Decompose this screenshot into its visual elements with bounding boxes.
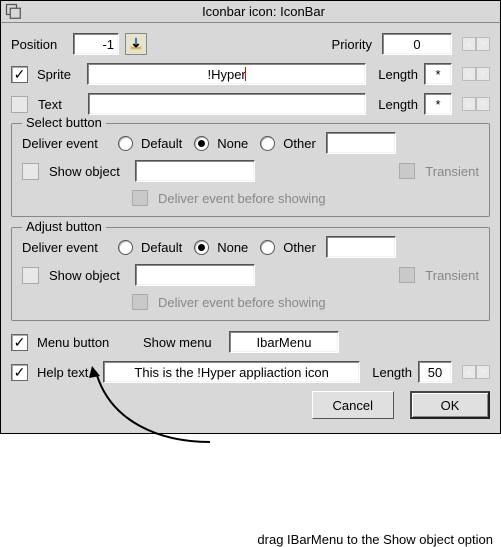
help-length-down-icon[interactable] xyxy=(476,365,490,379)
text-input[interactable] xyxy=(88,93,366,115)
text-length-spinner[interactable] xyxy=(462,97,490,111)
select-deliver-label: Deliver event xyxy=(22,136,106,151)
text-label: Text xyxy=(38,97,82,112)
select-other-input[interactable] xyxy=(326,132,396,154)
select-legend: Select button xyxy=(22,115,106,130)
ok-button[interactable]: OK xyxy=(410,391,490,419)
adjust-radio-default[interactable] xyxy=(118,240,133,255)
help-text-input[interactable]: This is the !Hyper appliaction icon xyxy=(103,361,360,383)
help-text-checkbox[interactable] xyxy=(11,364,28,381)
adjust-radio-none[interactable] xyxy=(194,240,209,255)
adjust-show-object-checkbox[interactable] xyxy=(22,267,39,284)
adjust-opt-other: Other xyxy=(283,240,316,255)
select-button-group: Select button Deliver event Default None… xyxy=(11,123,490,217)
menu-button-checkbox[interactable] xyxy=(11,334,28,351)
priority-input[interactable]: 0 xyxy=(382,33,452,55)
select-transient-label: Transient xyxy=(425,164,479,179)
sprite-length-label: Length xyxy=(378,67,418,82)
adjust-transient-checkbox xyxy=(399,267,415,283)
sprite-checkbox[interactable] xyxy=(11,66,28,83)
text-length-down-icon[interactable] xyxy=(476,97,490,111)
sprite-length-input[interactable]: * xyxy=(424,63,452,85)
select-transient-checkbox xyxy=(399,163,415,179)
select-show-object-input[interactable] xyxy=(135,160,255,182)
adjust-legend: Adjust button xyxy=(22,219,106,234)
sprite-input[interactable]: !Hyper xyxy=(87,63,366,85)
show-menu-input[interactable]: IbarMenu xyxy=(229,331,339,353)
select-radio-default[interactable] xyxy=(118,136,133,151)
help-length-spinner[interactable] xyxy=(462,365,490,379)
annotation-caption: drag IBarMenu to the Show object option xyxy=(0,532,501,547)
text-cursor xyxy=(245,67,246,81)
adjust-button-group: Adjust button Deliver event Default None… xyxy=(11,227,490,321)
text-checkbox[interactable] xyxy=(11,96,28,113)
adjust-radio-other[interactable] xyxy=(260,240,275,255)
adjust-opt-none: None xyxy=(217,240,248,255)
help-length-input[interactable]: 50 xyxy=(418,361,452,383)
priority-down-icon[interactable] xyxy=(476,37,490,51)
position-label: Position xyxy=(11,37,67,52)
back-icon[interactable] xyxy=(4,2,24,22)
select-before-label: Deliver event before showing xyxy=(158,191,326,206)
select-opt-default: Default xyxy=(141,136,182,151)
priority-up-icon[interactable] xyxy=(462,37,476,51)
adjust-before-checkbox xyxy=(132,294,148,310)
select-opt-none: None xyxy=(217,136,248,151)
priority-label: Priority xyxy=(332,37,372,52)
select-show-object-label: Show object xyxy=(49,164,129,179)
position-picker-icon[interactable] xyxy=(125,33,147,55)
select-radio-other[interactable] xyxy=(260,136,275,151)
priority-spinner[interactable] xyxy=(462,37,490,51)
text-length-up-icon[interactable] xyxy=(462,97,476,111)
position-input[interactable]: -1 xyxy=(73,33,119,55)
select-show-object-checkbox[interactable] xyxy=(22,163,39,180)
help-length-up-icon[interactable] xyxy=(462,365,476,379)
help-length-label: Length xyxy=(372,365,412,380)
sprite-length-up-icon[interactable] xyxy=(462,67,476,81)
show-menu-label: Show menu xyxy=(143,335,223,350)
adjust-other-input[interactable] xyxy=(326,236,396,258)
adjust-show-object-label: Show object xyxy=(49,268,129,283)
sprite-length-down-icon[interactable] xyxy=(476,67,490,81)
adjust-deliver-label: Deliver event xyxy=(22,240,106,255)
menu-button-label: Menu button xyxy=(37,335,137,350)
sprite-length-spinner[interactable] xyxy=(462,67,490,81)
text-length-label: Length xyxy=(378,97,418,112)
select-before-checkbox xyxy=(132,190,148,206)
text-length-input[interactable]: * xyxy=(424,93,452,115)
select-opt-other: Other xyxy=(283,136,316,151)
help-text-label: Help text xyxy=(37,365,97,380)
adjust-show-object-input[interactable] xyxy=(135,264,255,286)
dialog-window: Iconbar icon: IconBar Position -1 Priori… xyxy=(0,0,501,434)
dialog-body: Position -1 Priority 0 Sprite !Hyper Len… xyxy=(1,23,500,433)
adjust-before-label: Deliver event before showing xyxy=(158,295,326,310)
adjust-opt-default: Default xyxy=(141,240,182,255)
adjust-transient-label: Transient xyxy=(425,268,479,283)
window-title: Iconbar icon: IconBar xyxy=(27,4,500,19)
sprite-label: Sprite xyxy=(37,67,81,82)
cancel-button[interactable]: Cancel xyxy=(312,391,394,419)
titlebar: Iconbar icon: IconBar xyxy=(1,1,500,23)
select-radio-none[interactable] xyxy=(194,136,209,151)
